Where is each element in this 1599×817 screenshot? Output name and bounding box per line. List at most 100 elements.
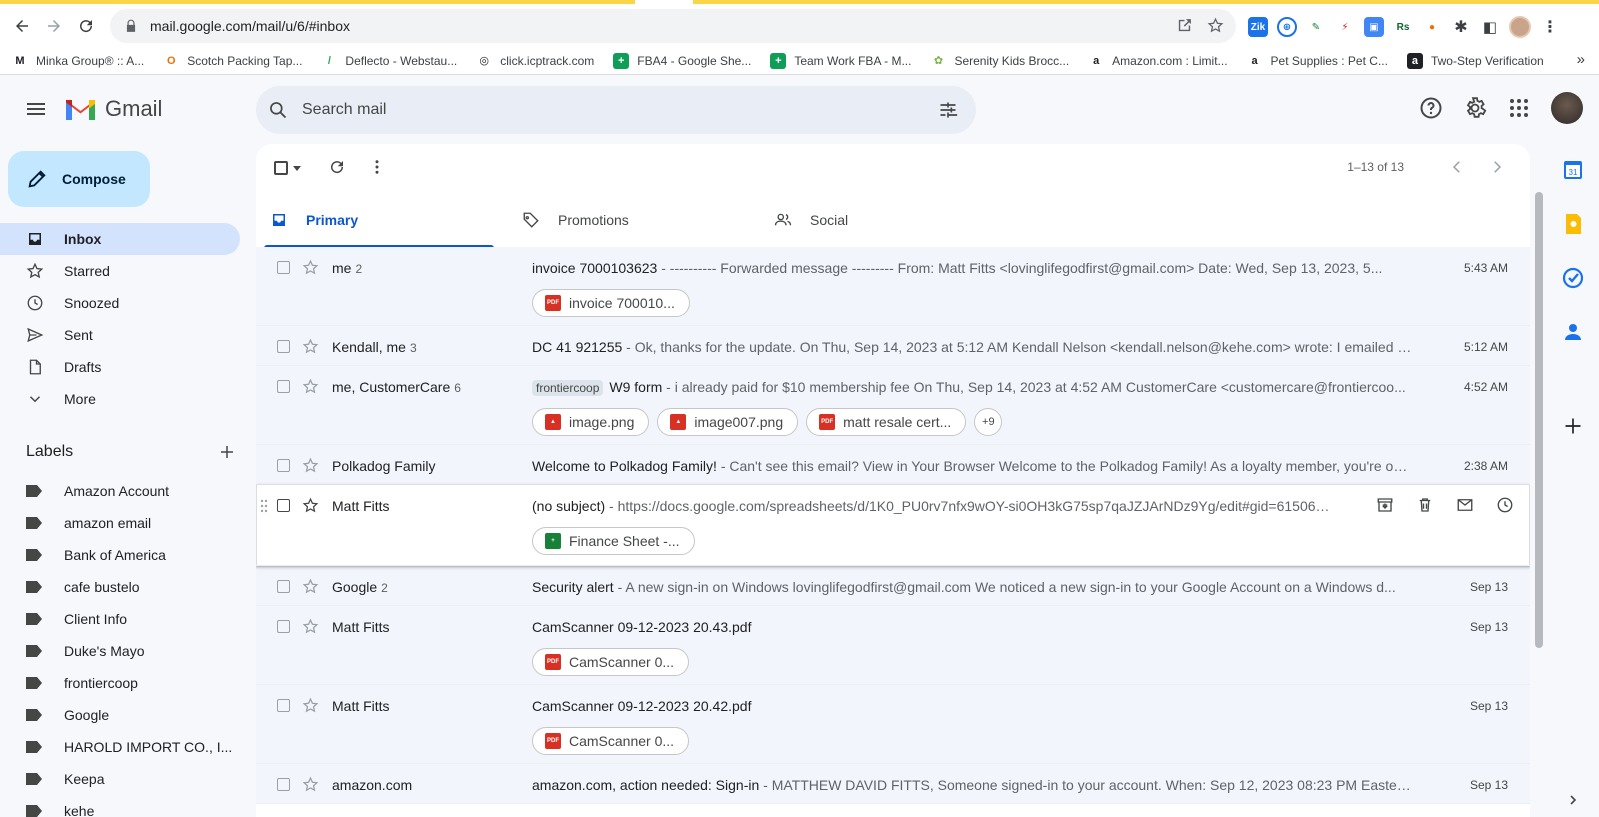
- label-item[interactable]: Duke's Mayo: [0, 635, 256, 667]
- email-row[interactable]: me, CustomerCare 6 frontiercoop W9 form - …: [256, 366, 1530, 445]
- bookmark-star-icon[interactable]: [1207, 17, 1224, 34]
- star-toggle-icon[interactable]: [302, 457, 319, 474]
- tab-promotions[interactable]: Promotions: [512, 192, 746, 248]
- attachment-chip[interactable]: ▲ image.png: [532, 408, 650, 436]
- snooze-clock-icon[interactable]: [1496, 496, 1514, 514]
- tasks-icon[interactable]: [1561, 266, 1585, 290]
- email-row[interactable]: Kendall, me 3 DC 41 921255 - Ok, thanks f…: [256, 326, 1530, 366]
- bookmark-item[interactable]: ✿ Serenity Kids Brocc...: [930, 53, 1069, 69]
- nav-item-snoozed[interactable]: Snoozed: [0, 287, 240, 319]
- star-toggle-icon[interactable]: [302, 259, 319, 276]
- row-checkbox[interactable]: [277, 620, 290, 633]
- email-row[interactable]: Google 2 Security alert - A new sign-in o…: [256, 566, 1530, 606]
- search-options-icon[interactable]: [938, 100, 958, 120]
- search-bar[interactable]: Search mail: [256, 86, 976, 134]
- bookmark-item[interactable]: O Scotch Packing Tap...: [163, 53, 302, 69]
- archive-icon[interactable]: [1376, 496, 1394, 514]
- keep-icon[interactable]: [1561, 212, 1585, 236]
- attachment-chip[interactable]: PDF matt resale cert...: [806, 408, 967, 436]
- email-row[interactable]: Matt Fitts CamScanner 09-12-2023 20.42.p…: [256, 685, 1530, 764]
- contacts-icon[interactable]: [1561, 320, 1585, 344]
- gmail-logo[interactable]: Gmail: [64, 96, 162, 122]
- more-attachments-chip[interactable]: +9: [974, 408, 1003, 436]
- star-toggle-icon[interactable]: [302, 338, 319, 355]
- bookmark-item[interactable]: ◎ click.icptrack.com: [476, 53, 594, 69]
- row-checkbox[interactable]: [277, 380, 290, 393]
- email-row[interactable]: me 2 invoice 7000103623 - ---------- Forw…: [256, 247, 1530, 326]
- puzzle-icon[interactable]: ✱: [1451, 17, 1471, 37]
- label-item[interactable]: cafe bustelo: [0, 571, 256, 603]
- add-label-icon[interactable]: [218, 443, 236, 461]
- search-input[interactable]: Search mail: [302, 101, 386, 119]
- attachment-chip[interactable]: ▲ image007.png: [657, 408, 799, 436]
- label-item[interactable]: amazon email: [0, 507, 256, 539]
- star-toggle-icon[interactable]: [302, 618, 319, 635]
- mark-unread-icon[interactable]: [1456, 496, 1474, 514]
- bookmark-item[interactable]: M Minka Group® :: A...: [12, 53, 144, 69]
- forward-icon[interactable]: [38, 10, 70, 42]
- bookmarks-overflow-icon[interactable]: »: [1577, 51, 1585, 68]
- address-bar[interactable]: mail.google.com/mail/u/6/#inbox: [110, 9, 1236, 43]
- bookmark-item[interactable]: / Deflecto - Webstau...: [321, 53, 457, 69]
- select-dropdown-icon[interactable]: [293, 166, 301, 171]
- delete-icon[interactable]: [1416, 496, 1434, 514]
- main-menu-icon[interactable]: [24, 97, 48, 121]
- drag-handle-icon[interactable]: [260, 499, 268, 513]
- extension-icon[interactable]: ▣: [1364, 17, 1384, 37]
- nav-item-starred[interactable]: Starred: [0, 255, 240, 287]
- label-item[interactable]: kehe: [0, 795, 256, 817]
- inbox-scrollbar[interactable]: [1535, 192, 1543, 648]
- label-item[interactable]: Keepa: [0, 763, 256, 795]
- nav-item-inbox[interactable]: Inbox: [0, 223, 240, 255]
- share-icon[interactable]: [1176, 17, 1193, 34]
- settings-gear-icon[interactable]: [1463, 96, 1487, 120]
- row-checkbox[interactable]: [277, 699, 290, 712]
- label-item[interactable]: Google: [0, 699, 256, 731]
- add-addon-icon[interactable]: [1563, 416, 1583, 436]
- star-toggle-icon[interactable]: [302, 578, 319, 595]
- nav-item-drafts[interactable]: Drafts: [0, 351, 240, 383]
- tab-social[interactable]: Social: [764, 192, 998, 248]
- refresh-icon[interactable]: [328, 158, 346, 176]
- star-toggle-icon[interactable]: [302, 378, 319, 395]
- star-toggle-icon[interactable]: [302, 497, 319, 514]
- label-item[interactable]: Client Info: [0, 603, 256, 635]
- more-vert-icon[interactable]: [368, 158, 386, 176]
- email-row[interactable]: Polkadog Family Welcome to Polkadog Fami…: [256, 445, 1530, 485]
- account-avatar[interactable]: [1551, 92, 1583, 124]
- label-item[interactable]: Amazon Account: [0, 475, 256, 507]
- bookmark-item[interactable]: + FBA4 - Google She...: [613, 52, 751, 69]
- nav-item-more[interactable]: More: [0, 383, 240, 415]
- nav-item-sent[interactable]: Sent: [0, 319, 240, 351]
- row-checkbox[interactable]: [277, 778, 290, 791]
- attachment-chip[interactable]: PDF CamScanner 0...: [532, 727, 690, 755]
- email-row[interactable]: Matt Fitts CamScanner 09-12-2023 20.43.p…: [256, 606, 1530, 685]
- attachment-chip[interactable]: PDF invoice 700010...: [532, 289, 690, 317]
- star-toggle-icon[interactable]: [302, 697, 319, 714]
- row-checkbox[interactable]: [277, 261, 290, 274]
- star-toggle-icon[interactable]: [302, 776, 319, 793]
- row-checkbox[interactable]: [277, 580, 290, 593]
- row-checkbox[interactable]: [277, 459, 290, 472]
- compose-button[interactable]: Compose: [8, 151, 150, 207]
- bookmark-item[interactable]: a Amazon.com : Limit...: [1088, 53, 1227, 69]
- extension-icon[interactable]: ●: [1422, 17, 1442, 37]
- calendar-icon[interactable]: 31: [1561, 158, 1585, 182]
- email-row[interactable]: amazon.com amazon.com, action needed: Si…: [256, 764, 1530, 804]
- tab-primary[interactable]: Primary: [260, 192, 494, 248]
- attachment-chip[interactable]: + Finance Sheet -...: [532, 527, 695, 555]
- search-icon[interactable]: [268, 100, 288, 120]
- bookmark-item[interactable]: a Two-Step Verification: [1406, 52, 1544, 69]
- email-row[interactable]: Matt Fitts (no subject) - https://docs.g…: [256, 485, 1530, 566]
- extension-icon[interactable]: ⊕: [1277, 17, 1297, 37]
- chevron-left-icon[interactable]: [1448, 158, 1466, 176]
- bookmark-item[interactable]: + Team Work FBA - M...: [770, 52, 911, 69]
- extension-icon[interactable]: ✎: [1306, 17, 1326, 37]
- extension-icon[interactable]: Rs: [1393, 17, 1413, 37]
- label-item[interactable]: HAROLD IMPORT CO., I...: [0, 731, 256, 763]
- select-all-checkbox[interactable]: [274, 161, 288, 175]
- back-icon[interactable]: [6, 10, 38, 42]
- label-item[interactable]: Bank of America: [0, 539, 256, 571]
- chevron-right-icon[interactable]: [1488, 158, 1506, 176]
- row-checkbox[interactable]: [277, 499, 290, 512]
